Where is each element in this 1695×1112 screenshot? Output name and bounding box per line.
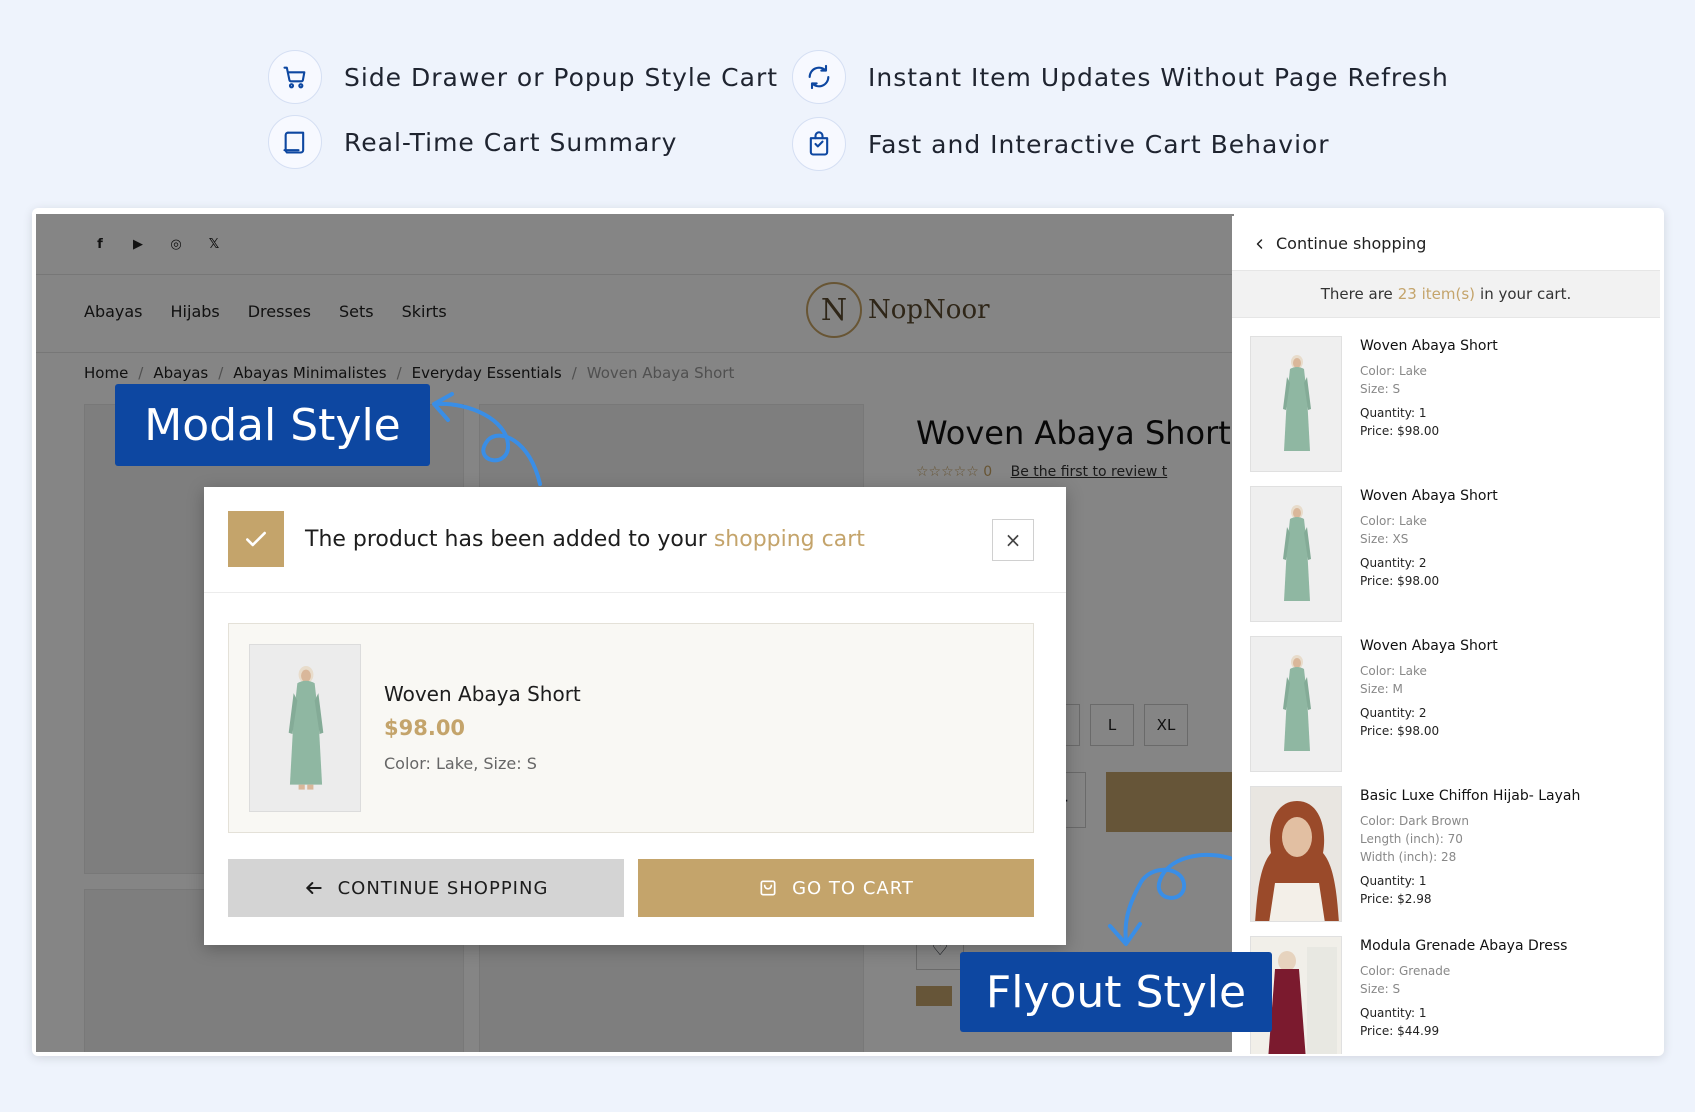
summary-suffix: in your cart. — [1480, 285, 1572, 303]
continue-shopping-link[interactable]: Continue shopping — [1254, 234, 1426, 253]
cart-item-attribute: Color: Lake — [1360, 364, 1427, 378]
modal-product-card: Woven Abaya Short $98.00 Color: Lake, Si… — [228, 623, 1034, 833]
cart-item-info: Woven Abaya Short Color: Lake Size: XS Q… — [1360, 488, 1498, 590]
go-to-cart-button[interactable]: GO TO CART — [638, 859, 1034, 917]
cart-item-attribute: Color: Lake — [1360, 514, 1427, 528]
cart-item-quantity: Quantity: 1 — [1360, 874, 1427, 888]
product-name: Woven Abaya Short — [384, 682, 581, 706]
item-count: 23 item(s) — [1397, 285, 1476, 303]
cart-item-price: Price: $44.99 — [1360, 1024, 1440, 1038]
modal-message-text: The product has been added to your — [305, 527, 714, 552]
cart-item-attribute: Size: M — [1360, 682, 1403, 696]
cart-summary: There are 23 item(s) in your cart. — [1232, 270, 1660, 318]
cart-item-attribute: Width (inch): 28 — [1360, 850, 1457, 864]
abaya-figure — [1283, 655, 1311, 751]
cart-item-quantity: Quantity: 2 — [1360, 706, 1427, 720]
product-price: $98.00 — [384, 716, 466, 740]
flyout-style-label: Flyout Style — [960, 952, 1272, 1032]
continue-shopping-button[interactable]: CONTINUE SHOPPING — [228, 859, 624, 917]
cart-item-price: Price: $98.00 — [1360, 724, 1440, 738]
cart-item-attribute: Size: S — [1360, 982, 1401, 996]
cart-item-name[interactable]: Woven Abaya Short — [1360, 488, 1498, 504]
cart-item-quantity: Quantity: 1 — [1360, 1006, 1427, 1020]
cart-item-name[interactable]: Woven Abaya Short — [1360, 638, 1498, 654]
cart-icon — [268, 50, 322, 104]
abaya-figure — [1283, 505, 1311, 601]
continue-shopping-label: Continue shopping — [1276, 234, 1427, 253]
feature-text: Side Drawer or Popup Style Cart — [344, 62, 779, 92]
feature-interactive: Fast and Interactive Cart Behavior — [792, 117, 1330, 171]
chevron-left-icon — [1256, 238, 1263, 249]
cart-item-list: Woven Abaya Short Color: Lake Size: S Qu… — [1250, 336, 1650, 1054]
cart-item-quantity: Quantity: 1 — [1360, 406, 1427, 420]
cart-item[interactable]: Woven Abaya Short Color: Lake Size: S Qu… — [1250, 336, 1650, 486]
cart-item-thumbnail[interactable] — [1250, 786, 1342, 922]
cart-item[interactable]: Modula Grenade Abaya Dress Color: Grenad… — [1250, 936, 1650, 1054]
receipt-icon — [268, 115, 322, 169]
summary-prefix: There are — [1320, 285, 1393, 303]
added-to-cart-modal: The product has been added to your shopp… — [204, 487, 1066, 945]
modal-message: The product has been added to your shopp… — [305, 527, 865, 552]
shopping-bag-icon — [792, 117, 846, 171]
flyout-cart: Continue shopping There are 23 item(s) i… — [1232, 216, 1660, 1054]
arrow-left-icon — [305, 882, 322, 894]
cart-item-attribute: Length (inch): 70 — [1360, 832, 1463, 846]
cart-item-info: Modula Grenade Abaya Dress Color: Grenad… — [1360, 938, 1567, 1040]
cart-item-thumbnail[interactable] — [1250, 486, 1342, 622]
cart-item-quantity: Quantity: 2 — [1360, 556, 1427, 570]
cart-item-attribute: Color: Dark Brown — [1360, 814, 1469, 828]
modal-style-label: Modal Style — [115, 384, 430, 466]
sync-icon — [792, 50, 846, 104]
shopping-cart-link[interactable]: shopping cart — [714, 527, 865, 552]
hijab-figure — [1255, 801, 1339, 921]
cart-item-info: Woven Abaya Short Color: Lake Size: S Qu… — [1360, 338, 1498, 440]
close-icon: × — [1004, 528, 1022, 552]
cart-item-info: Woven Abaya Short Color: Lake Size: M Qu… — [1360, 638, 1498, 740]
check-icon — [228, 511, 284, 567]
modal-header: The product has been added to your shopp… — [204, 487, 1066, 593]
cart-item-price: Price: $98.00 — [1360, 574, 1440, 588]
cart-item[interactable]: Basic Luxe Chiffon Hijab- Layah Color: D… — [1250, 786, 1650, 936]
feature-side-drawer: Side Drawer or Popup Style Cart — [268, 50, 778, 104]
product-thumbnail — [249, 644, 361, 812]
feature-text: Real-Time Cart Summary — [344, 127, 678, 157]
cart-item[interactable]: Woven Abaya Short Color: Lake Size: M Qu… — [1250, 636, 1650, 786]
cart-item-info: Basic Luxe Chiffon Hijab- Layah Color: D… — [1360, 788, 1580, 908]
cart-item-attribute: Color: Grenade — [1360, 964, 1451, 978]
cart-item-name[interactable]: Woven Abaya Short — [1360, 338, 1498, 354]
abaya-figure — [1283, 355, 1311, 451]
close-button[interactable]: × — [992, 519, 1034, 561]
feature-text: Instant Item Updates Without Page Refres… — [868, 62, 1449, 92]
continue-shopping-label: CONTINUE SHOPPING — [337, 877, 549, 899]
cart-item-name[interactable]: Basic Luxe Chiffon Hijab- Layah — [1360, 788, 1580, 804]
cart-item-attribute: Color: Lake — [1360, 664, 1427, 678]
product-attributes: Color: Lake, Size: S — [384, 754, 537, 773]
cart-item[interactable]: Woven Abaya Short Color: Lake Size: XS Q… — [1250, 486, 1650, 636]
feature-text: Fast and Interactive Cart Behavior — [868, 129, 1330, 159]
cart-item-name[interactable]: Modula Grenade Abaya Dress — [1360, 938, 1567, 954]
feature-cart-summary: Real-Time Cart Summary — [268, 115, 677, 169]
feature-instant-updates: Instant Item Updates Without Page Refres… — [792, 50, 1449, 104]
go-to-cart-label: GO TO CART — [792, 877, 914, 899]
cart-item-thumbnail[interactable] — [1250, 336, 1342, 472]
cart-item-attribute: Size: S — [1360, 382, 1401, 396]
abaya-figure — [288, 665, 324, 790]
cart-item-thumbnail[interactable] — [1250, 636, 1342, 772]
cart-item-price: Price: $2.98 — [1360, 892, 1432, 906]
cart-item-attribute: Size: XS — [1360, 532, 1409, 546]
cart-bag-icon — [760, 880, 776, 896]
cart-item-price: Price: $98.00 — [1360, 424, 1440, 438]
